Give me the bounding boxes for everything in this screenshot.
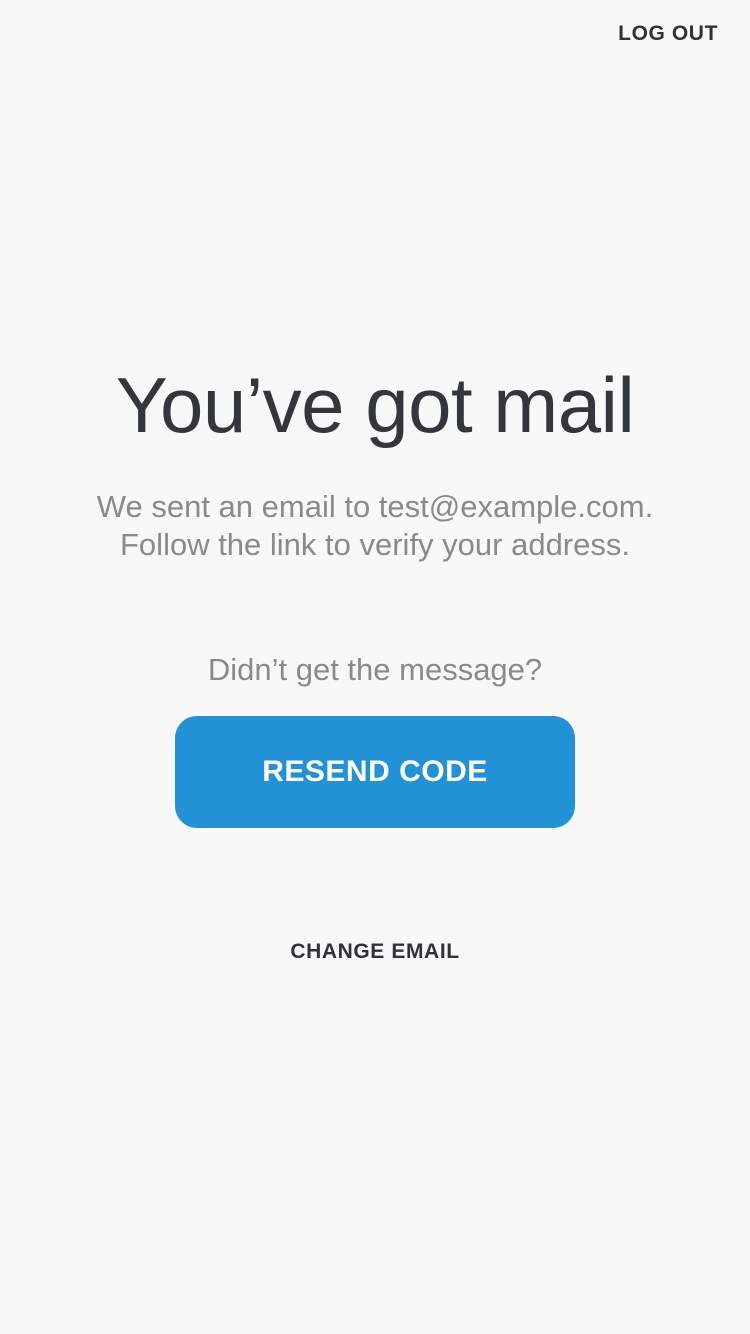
log-out-button[interactable]: LOG OUT: [618, 22, 718, 46]
resend-prompt: Didn’t get the message?: [207, 652, 543, 687]
verification-message-line-2: Follow the link to verify your address.: [120, 527, 630, 562]
page-title: You’ve got mail: [115, 361, 635, 449]
verification-message-line-1: We sent an email to test@example.com.: [96, 489, 654, 524]
verification-message: We sent an email to test@example.com. Fo…: [0, 488, 750, 564]
change-email-button[interactable]: CHANGE EMAIL: [0, 940, 750, 964]
resend-code-button[interactable]: RESEND CODE: [175, 716, 575, 828]
